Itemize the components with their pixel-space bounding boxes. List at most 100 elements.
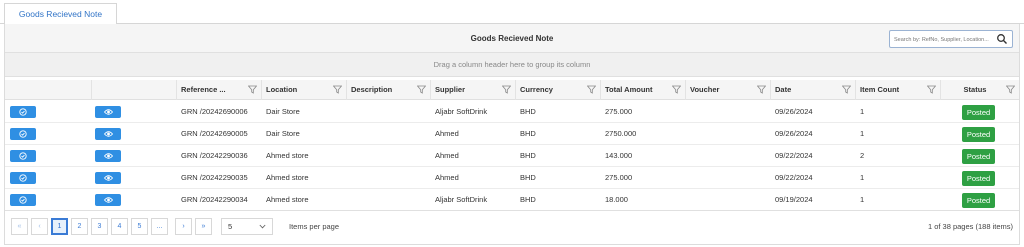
cell-voucher xyxy=(686,189,690,211)
prev-page-button[interactable]: ‹ xyxy=(31,218,48,235)
filter-icon[interactable] xyxy=(417,85,426,94)
view-button[interactable] xyxy=(95,150,121,162)
table-row[interactable]: GRN /20242290035 Ahmed store Ahmed BHD 2… xyxy=(5,167,1019,189)
filter-icon[interactable] xyxy=(1006,85,1015,94)
more-pages-button[interactable]: ... xyxy=(151,218,168,235)
cell-location: Ahmed store xyxy=(266,151,309,160)
edit-button[interactable] xyxy=(10,128,36,140)
page-3-button[interactable]: 3 xyxy=(91,218,108,235)
filter-icon[interactable] xyxy=(333,85,342,94)
cell-reference: GRN /20242290034 xyxy=(181,195,248,204)
page-2-button[interactable]: 2 xyxy=(71,218,88,235)
group-panel[interactable]: Drag a column header here to group its c… xyxy=(5,53,1019,77)
edit-button[interactable] xyxy=(10,172,36,184)
first-page-button[interactable]: « xyxy=(11,218,28,235)
column-header-label: Description xyxy=(351,85,393,94)
view-button[interactable] xyxy=(95,194,121,206)
column-header-item-count[interactable]: Item Count xyxy=(855,80,940,100)
filter-icon[interactable] xyxy=(757,85,766,94)
column-header-label: Status xyxy=(963,85,987,94)
column-header-label: Supplier xyxy=(435,85,466,94)
edit-button[interactable] xyxy=(10,150,36,162)
column-header-reference[interactable]: Reference ... xyxy=(176,80,261,100)
status-badge: Posted xyxy=(962,171,995,186)
cell-description xyxy=(347,167,351,189)
check-circle-icon xyxy=(19,130,27,138)
view-button[interactable] xyxy=(95,128,121,140)
column-header-location[interactable]: Location xyxy=(261,80,346,100)
filter-icon[interactable] xyxy=(502,85,511,94)
pager: « ‹ 1 2 3 4 5 ... › » 5 Items per page 1… xyxy=(5,210,1019,240)
cell-supplier: Aljabr SoftDrink xyxy=(435,195,488,204)
search-icon[interactable] xyxy=(996,33,1008,45)
items-per-page-label: Items per page xyxy=(289,222,340,231)
grid-toolbar: Goods Recieved Note xyxy=(5,24,1019,53)
cell-location: Dair Store xyxy=(266,129,300,138)
cell-reference: GRN /20242290036 xyxy=(181,151,248,160)
cell-voucher xyxy=(686,101,690,123)
check-circle-icon xyxy=(19,196,27,204)
eye-icon xyxy=(103,197,113,203)
search-box[interactable] xyxy=(889,30,1013,48)
status-badge: Posted xyxy=(962,105,995,120)
cell-date: 09/22/2024 xyxy=(775,173,813,182)
cell-item-count: 1 xyxy=(860,107,865,116)
filter-icon[interactable] xyxy=(587,85,596,94)
column-header-voucher[interactable]: Voucher xyxy=(685,80,770,100)
cell-total-amount: 275.000 xyxy=(605,173,633,182)
cell-date: 09/26/2024 xyxy=(775,129,813,138)
column-header-label: Location xyxy=(266,85,298,94)
filter-icon[interactable] xyxy=(672,85,681,94)
page-1-button[interactable]: 1 xyxy=(51,218,68,235)
cell-voucher xyxy=(686,123,690,145)
column-header-total-amount[interactable]: Total Amount xyxy=(600,80,685,100)
view-button[interactable] xyxy=(95,172,121,184)
cell-reference: GRN /20242690005 xyxy=(181,129,248,138)
cell-supplier: Ahmed xyxy=(435,151,459,160)
cell-supplier: Ahmed xyxy=(435,129,459,138)
column-header-supplier[interactable]: Supplier xyxy=(430,80,515,100)
cell-location: Ahmed store xyxy=(266,195,309,204)
column-header-status[interactable]: Status xyxy=(940,80,1019,100)
search-input[interactable] xyxy=(894,33,990,46)
status-badge: Posted xyxy=(962,193,995,208)
cell-description xyxy=(347,145,351,167)
cell-item-count: 1 xyxy=(860,195,865,204)
cell-item-count: 2 xyxy=(860,151,865,160)
cell-date: 09/26/2024 xyxy=(775,107,813,116)
edit-button[interactable] xyxy=(10,106,36,118)
page-4-button[interactable]: 4 xyxy=(111,218,128,235)
page-5-button[interactable]: 5 xyxy=(131,218,148,235)
cell-location: Ahmed store xyxy=(266,173,309,182)
table-row[interactable]: GRN /20242690005 Dair Store Ahmed BHD 27… xyxy=(5,123,1019,145)
status-badge: Posted xyxy=(962,127,995,142)
table-row[interactable]: GRN /20242690006 Dair Store Aljabr SoftD… xyxy=(5,101,1019,123)
cell-date: 09/22/2024 xyxy=(775,151,813,160)
tab-bar: Goods Recieved Note xyxy=(0,0,1024,25)
page-info: 1 of 38 pages (188 items) xyxy=(927,222,1013,231)
column-header-currency[interactable]: Currency xyxy=(515,80,600,100)
table-row[interactable]: GRN /20242290036 Ahmed store Ahmed BHD 1… xyxy=(5,145,1019,167)
column-header-label: Currency xyxy=(520,85,553,94)
cell-item-count: 1 xyxy=(860,129,865,138)
cell-description xyxy=(347,123,351,145)
page-size-value: 5 xyxy=(228,222,233,231)
last-page-button[interactable]: » xyxy=(195,218,212,235)
page-size-dropdown[interactable]: 5 xyxy=(221,218,273,235)
table-row[interactable]: GRN /20242290034 Ahmed store Aljabr Soft… xyxy=(5,189,1019,211)
column-header-row: Reference ... Location Description Suppl… xyxy=(5,80,1019,100)
cell-total-amount: 143.000 xyxy=(605,151,633,160)
tab-goods-recieved-note[interactable]: Goods Recieved Note xyxy=(4,3,117,25)
filter-icon[interactable] xyxy=(248,85,257,94)
edit-button[interactable] xyxy=(10,194,36,206)
eye-icon xyxy=(103,175,113,181)
next-page-button[interactable]: › xyxy=(175,218,192,235)
cell-supplier: Aljabr SoftDrink xyxy=(435,107,488,116)
cell-currency: BHD xyxy=(520,107,536,116)
column-header-description[interactable]: Description xyxy=(346,80,430,100)
view-button[interactable] xyxy=(95,106,121,118)
filter-icon[interactable] xyxy=(842,85,851,94)
filter-icon[interactable] xyxy=(927,85,936,94)
column-header-date[interactable]: Date xyxy=(770,80,855,100)
eye-icon xyxy=(103,131,113,137)
